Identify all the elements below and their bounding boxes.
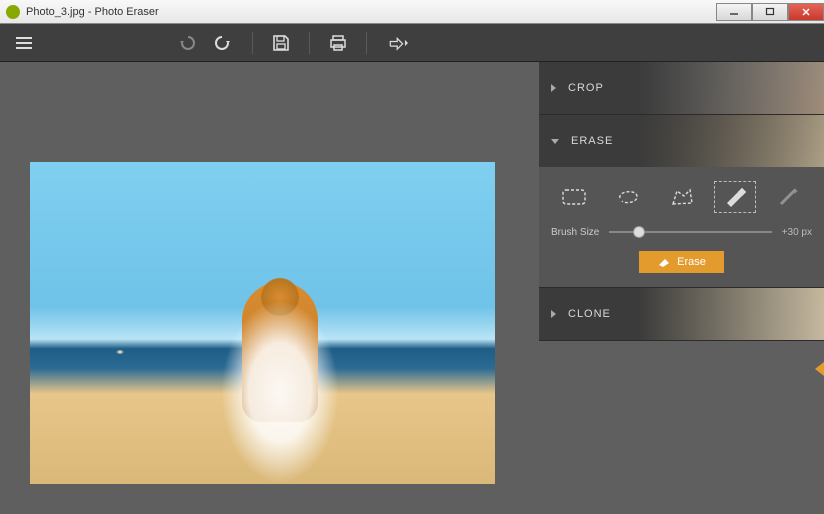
window-minimize-button[interactable] [716,3,752,21]
erase-button-label: Erase [677,256,706,268]
photo-canvas[interactable] [30,162,495,484]
brush-size-value: +30 px [782,227,812,238]
tool-brush[interactable] [714,181,756,213]
chevron-right-icon [551,84,556,92]
chevron-down-icon [551,139,559,144]
section-clone-label: CLONE [568,308,611,320]
section-crop[interactable]: CROP [539,62,824,114]
section-erase[interactable]: ERASE [539,115,824,167]
brush-size-label: Brush Size [551,227,599,238]
eraser-icon [657,256,671,268]
section-crop-label: CROP [568,82,604,94]
redo-button[interactable] [212,31,236,55]
tool-magic-wand[interactable] [768,181,810,213]
erase-button[interactable]: Erase [639,251,724,273]
window-close-button[interactable] [788,3,824,21]
app-icon [6,5,20,19]
save-button[interactable] [269,31,293,55]
undo-icon [176,33,196,53]
menu-button[interactable] [12,31,36,55]
window-title: Photo_3.jpg - Photo Eraser [26,6,159,18]
tool-lasso-select[interactable] [607,181,649,213]
print-button[interactable] [326,31,350,55]
window-maximize-button[interactable] [752,3,788,21]
brush-size-slider[interactable] [609,225,771,239]
side-panel: CROP ERASE Brush Size [539,62,824,514]
canvas-area[interactable] [0,62,539,514]
section-clone[interactable]: CLONE [539,288,824,340]
share-icon [388,33,408,53]
collapse-panel-tab[interactable] [815,362,824,376]
tool-rectangle-select[interactable] [553,181,595,213]
window-titlebar: Photo_3.jpg - Photo Eraser [0,0,824,24]
section-erase-label: ERASE [571,135,613,147]
share-button[interactable] [383,31,413,55]
undo-button[interactable] [174,31,198,55]
save-icon [271,33,291,53]
redo-icon [214,33,234,53]
print-icon [328,33,348,53]
main-toolbar [0,24,824,62]
tool-polygon-select[interactable] [661,181,703,213]
erase-panel-body: Brush Size +30 px Erase [539,167,824,287]
chevron-right-icon [551,310,556,318]
